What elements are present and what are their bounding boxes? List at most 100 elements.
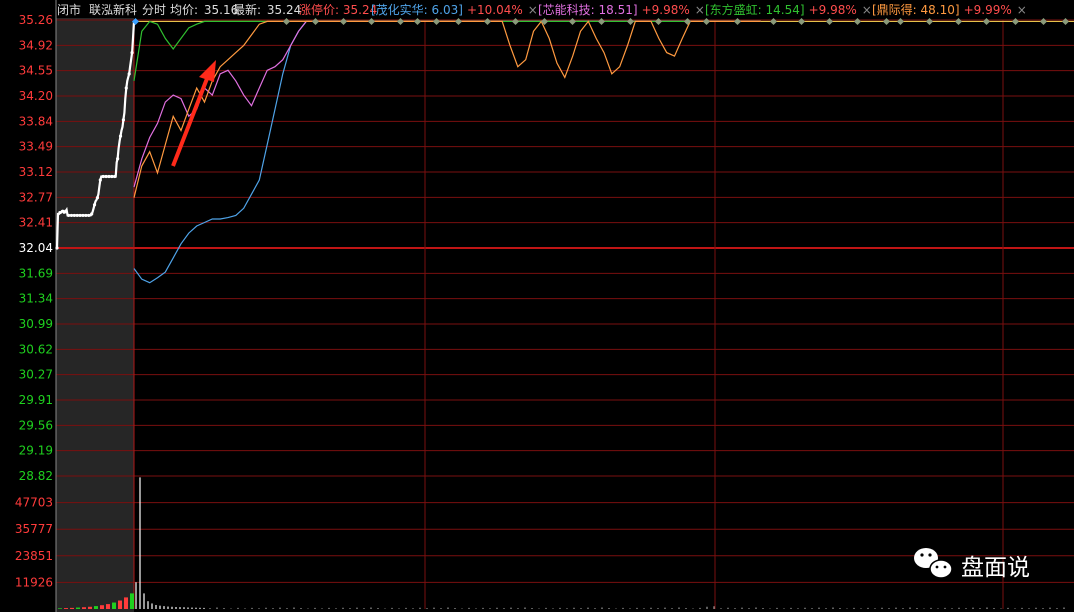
price-tick-label: 35.26	[19, 13, 53, 27]
limit-marker	[954, 17, 963, 26]
volume-bar	[124, 597, 128, 609]
volume-tick-label: 35777	[15, 522, 53, 536]
volume-bar	[76, 607, 80, 609]
limit-marker	[626, 17, 635, 26]
close-icon[interactable]: ×	[528, 3, 538, 17]
series-point	[61, 209, 65, 213]
volume-bar	[64, 608, 68, 609]
limit-marker	[311, 17, 320, 26]
compare-pct: +9.99%	[964, 3, 1012, 17]
limit-marker	[882, 17, 891, 26]
compare-label: [东方盛虹: 14.54]	[705, 2, 805, 17]
series-point	[124, 86, 128, 90]
limit-marker	[683, 17, 692, 26]
limit-marker	[396, 17, 405, 26]
price-tick-label: 34.92	[19, 38, 53, 52]
price-tick-label: 32.41	[19, 216, 53, 230]
close-icon[interactable]: ×	[862, 3, 872, 17]
compare-item[interactable]: [鼎际得: 48.10] +9.99% ×	[872, 2, 1027, 17]
series-point	[104, 174, 108, 179]
latest-price-value: 35.24	[267, 3, 301, 17]
close-icon[interactable]: ×	[1017, 3, 1027, 17]
volume-tick-label: 11926	[15, 575, 53, 589]
series-point	[118, 134, 123, 138]
series-point	[95, 196, 100, 200]
series-point	[69, 213, 74, 218]
price-tick-label: 30.99	[19, 317, 53, 331]
limit-marker	[568, 17, 577, 26]
compare-label: [鼎际得: 48.10]	[872, 2, 960, 17]
series-point	[110, 174, 114, 179]
limit-marker	[702, 17, 711, 26]
stock-name: 联泓新科	[89, 2, 137, 17]
price-tick-label: 28.82	[19, 469, 53, 483]
compare-item[interactable]: [茂化实华: 6.03] +10.04% ×	[371, 2, 538, 17]
close-icon[interactable]: ×	[695, 3, 705, 17]
volume-bar	[70, 607, 74, 609]
series-point	[98, 178, 102, 182]
volume-bar	[100, 605, 104, 609]
limit-marker	[432, 17, 441, 26]
limit-marker	[1061, 17, 1070, 26]
price-series	[55, 20, 1074, 284]
series-point	[113, 174, 117, 179]
series-point	[72, 213, 76, 218]
avg-price-label: 均价:	[170, 3, 198, 17]
price-tick-label: 34.20	[19, 89, 53, 103]
wechat-icon	[914, 548, 953, 579]
series-point	[116, 157, 120, 161]
volume-bar	[130, 593, 134, 609]
series-line-1	[133, 20, 761, 284]
series-point	[66, 213, 71, 218]
volume-bar	[88, 606, 92, 609]
series-point	[101, 174, 105, 179]
chart-mode: 分时	[142, 3, 166, 17]
watermark-text: 盘面说	[961, 555, 1030, 581]
volume-axis: 47703 35777 23851 11926	[15, 496, 53, 590]
limit-marker	[925, 17, 934, 26]
limit-marker	[797, 17, 806, 26]
compare-item[interactable]: [芯能科技: 18.51] +9.98% ×	[538, 3, 705, 17]
limit-marker	[982, 17, 991, 26]
series-point	[121, 118, 126, 122]
intraday-chart[interactable]: 35.26 34.92 34.55 34.20 33.84 33.49 33.12 32.77…	[0, 0, 1074, 612]
price-tick-label: 34.55	[19, 64, 53, 78]
limit-marker	[413, 17, 422, 26]
header-bar: 闭市 联泓新科 分时 均价: 35.16 最新: 35.24 涨停价: 35.2…	[57, 2, 377, 17]
limit-marker	[1011, 17, 1020, 26]
series-line-4	[133, 20, 761, 198]
latest-price-label: 最新:	[233, 2, 261, 17]
compare-pct: +9.98%	[642, 3, 690, 17]
compare-item[interactable]: [东方盛虹: 14.54] +9.98% ×	[705, 2, 872, 17]
limit-marker	[367, 17, 376, 26]
price-tick-label: 32.77	[19, 190, 53, 204]
volume-bar	[82, 607, 86, 609]
price-tick-label: 33.84	[19, 114, 53, 128]
limit-marker	[1039, 17, 1048, 26]
compare-label: [茂化实华: 6.03]	[371, 2, 463, 17]
compare-pct: +10.04%	[467, 3, 523, 17]
compare-label: [芯能科技: 18.51]	[538, 3, 638, 17]
volume-bar	[118, 600, 122, 609]
limit-marker	[454, 17, 463, 26]
limit-marker	[896, 17, 905, 26]
limit-marker	[597, 17, 606, 26]
pre-market-area	[56, 18, 134, 612]
price-tick-label: 29.19	[19, 444, 53, 458]
limit-marker	[654, 17, 663, 26]
price-tick-label: 30.62	[19, 342, 53, 356]
series-point	[84, 213, 88, 218]
series-line-2	[133, 20, 761, 188]
series-point	[107, 174, 111, 179]
limit-marker	[282, 17, 291, 26]
compare-stocks: [茂化实华: 6.03] +10.04% × [芯能科技: 18.51] +9.98% ×…	[371, 2, 1027, 17]
price-axis: 35.26 34.92 34.55 34.20 33.84 33.49 33.12 32.77…	[19, 13, 53, 483]
price-tick-label: 30.27	[19, 368, 53, 382]
volume-bar	[94, 606, 98, 609]
volume-tick-label: 23851	[15, 549, 53, 563]
limit-marker	[511, 17, 520, 26]
price-tick-label: 32.04	[19, 241, 53, 255]
limit-marker	[853, 17, 862, 26]
watermark: 盘面说	[914, 548, 1030, 581]
series-point	[78, 213, 82, 218]
